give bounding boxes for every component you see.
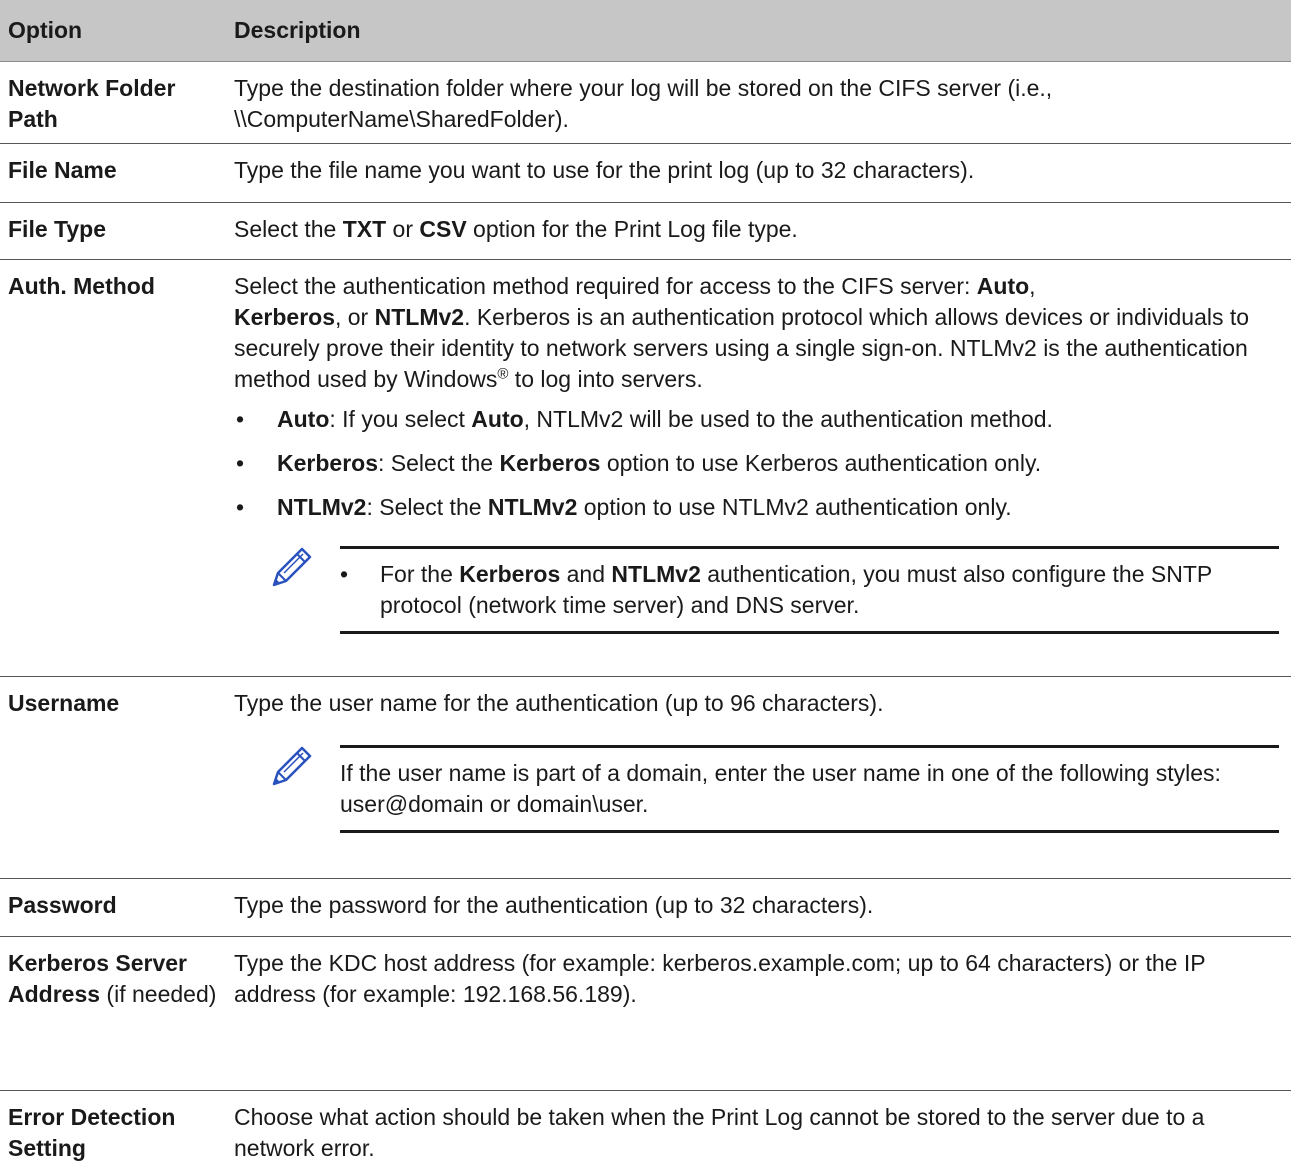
option-name: Password <box>0 878 226 937</box>
table-row-error-detection-setting: Error Detection Setting Choose what acti… <box>0 1091 1291 1176</box>
note-box: If the user name is part of a domain, en… <box>234 745 1279 833</box>
header-option: Option <box>0 0 226 62</box>
options-table: Option Description Network Folder Path T… <box>0 0 1291 1176</box>
desc-bold: CSV <box>419 216 467 242</box>
table-row-network-folder-path: Network Folder Path Type the destination… <box>0 61 1291 144</box>
option-name: Username <box>0 676 226 879</box>
desc-bold: NTLMv2 <box>487 494 578 520</box>
option-description: Choose what action should be taken when … <box>234 1104 1205 1161</box>
desc-bold: Kerberos <box>234 304 335 330</box>
desc-text: Select the <box>234 216 343 242</box>
desc-text: or <box>386 216 420 242</box>
table-header-row: Option Description <box>0 0 1291 62</box>
note-content: If the user name is part of a domain, en… <box>340 745 1279 833</box>
desc-bold: NTLMv2 <box>611 561 701 587</box>
desc-text: Select the authentication method require… <box>234 273 977 299</box>
desc-bold: NTLMv2 <box>277 494 367 520</box>
option-description: Type the KDC host address (for example: … <box>226 936 1291 1091</box>
option-name: File Name <box>0 143 226 203</box>
desc-text: Type the user name for the authenticatio… <box>234 690 884 716</box>
note-box: • For the Kerberos and NTLMv2 authentica… <box>234 546 1279 634</box>
desc-bold: Auto <box>976 273 1030 299</box>
option-description: Type the file name you want to use for t… <box>226 143 1291 203</box>
option-description: Select the authentication method require… <box>226 259 1291 677</box>
desc-text: For the <box>380 561 460 587</box>
table-row-file-name: File Name Type the file name you want to… <box>0 143 1291 203</box>
registered-mark: ® <box>497 365 509 383</box>
desc-text: to log into servers. <box>508 366 703 392</box>
table-row-auth-method: Auth. Method Select the authentication m… <box>0 259 1291 677</box>
list-item: NTLMv2: Select the NTLMv2 option to use … <box>234 492 1279 523</box>
option-name-suffix: (if needed) <box>100 981 217 1007</box>
desc-bold: NTLMv2 <box>374 304 465 330</box>
desc-bold: Kerberos <box>459 561 561 587</box>
option-name: File Type <box>0 202 226 260</box>
option-name: Network Folder Path <box>0 61 226 144</box>
note-bullet: • <box>340 561 349 587</box>
header-description: Description <box>226 0 1291 62</box>
option-description: Type the destination folder where your l… <box>226 61 1291 144</box>
pencil-icon <box>272 746 312 786</box>
auth-method-list: Auto: If you select Auto, NTLMv2 will be… <box>234 404 1279 523</box>
auth-method-paragraph: Select the authentication method require… <box>234 271 1279 395</box>
desc-text: , <box>1029 273 1036 299</box>
desc-text: option for the Print Log file type. <box>466 216 798 242</box>
list-item: Kerberos: Select the Kerberos option to … <box>234 448 1279 479</box>
desc-text: option to use NTLMv2 authentication only… <box>577 494 1012 520</box>
desc-text: , NTLMv2 will be used to the authenticat… <box>523 406 1053 432</box>
option-name: Error Detection Setting <box>8 1104 176 1161</box>
desc-text: option to use Kerberos authentication on… <box>600 450 1042 476</box>
option-description: Type the password for the authentication… <box>226 878 1291 937</box>
desc-bold: Kerberos <box>499 450 601 476</box>
table-row-password: Password Type the password for the authe… <box>0 878 1291 937</box>
note-content: • For the Kerberos and NTLMv2 authentica… <box>340 546 1279 634</box>
desc-text: : Select the <box>366 494 488 520</box>
pencil-icon <box>272 547 312 587</box>
option-name: Auth. Method <box>0 259 226 677</box>
desc-bold: Kerberos <box>277 450 378 476</box>
desc-text: and <box>560 561 612 587</box>
table-row-file-type: File Type Select the TXT or CSV option f… <box>0 202 1291 260</box>
desc-bold: TXT <box>342 216 387 242</box>
table-row-kerberos-server-address: Kerberos Server Address (if needed) Type… <box>0 936 1291 1091</box>
option-description: Select the TXT or CSV option for the Pri… <box>226 202 1291 260</box>
desc-text: , or <box>334 304 375 330</box>
desc-bold: Auto <box>471 406 524 432</box>
option-name: Kerberos Server Address (if needed) <box>0 936 226 1091</box>
desc-bold: Auto <box>277 406 330 432</box>
option-description: Type the user name for the authenticatio… <box>226 676 1291 879</box>
table-row-username: Username Type the user name for the auth… <box>0 676 1291 879</box>
desc-text: : If you select <box>329 406 472 432</box>
list-item: Auto: If you select Auto, NTLMv2 will be… <box>234 404 1279 435</box>
desc-text: : Select the <box>377 450 500 476</box>
